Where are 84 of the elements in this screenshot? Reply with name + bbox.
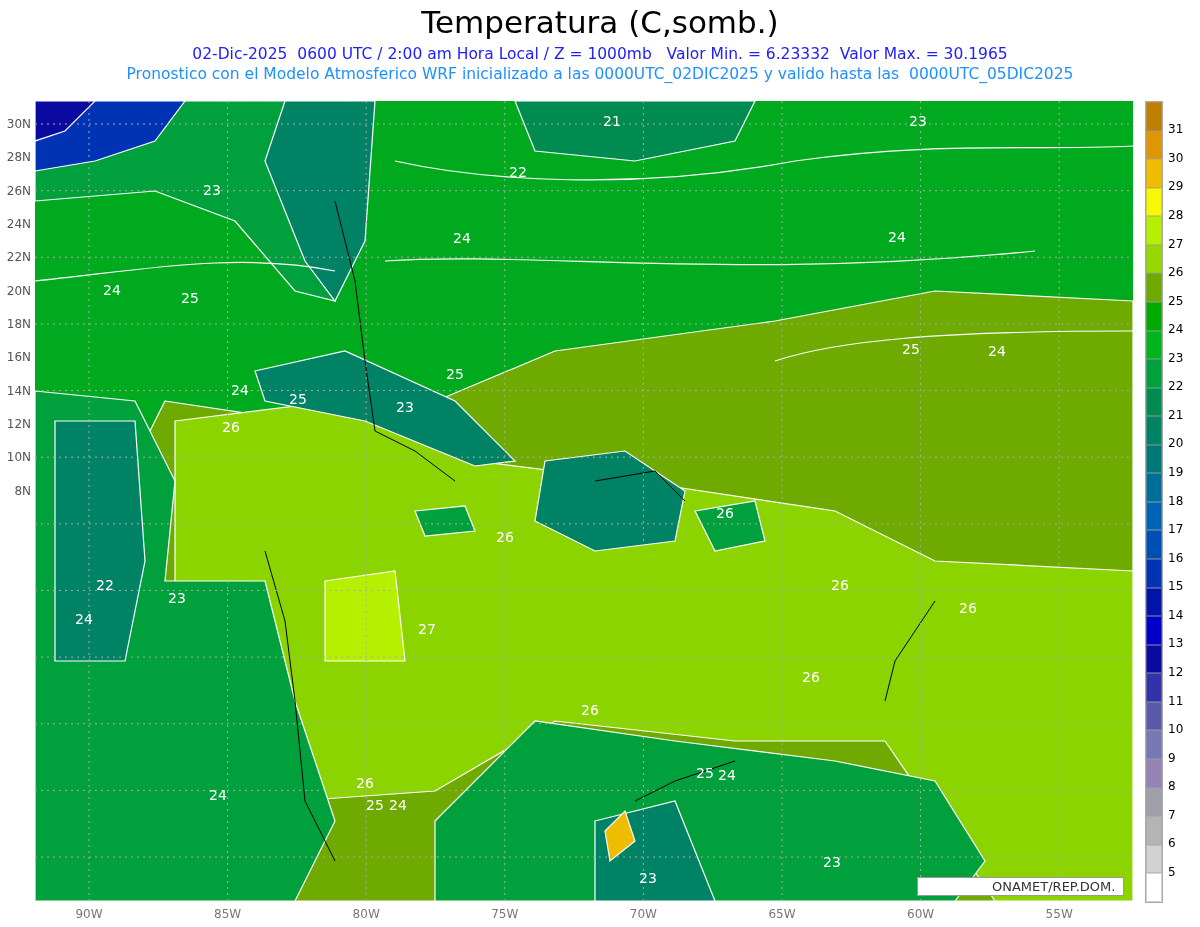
- contour-label: 25: [289, 391, 307, 407]
- contour-label: 23: [909, 113, 927, 129]
- longitude-label: 75W: [491, 907, 519, 921]
- latitude-label: 14N: [5, 383, 31, 398]
- contour-label: 21: [603, 113, 621, 129]
- contour-label: 26: [716, 505, 734, 521]
- contour-label: 24: [453, 230, 471, 246]
- latitude-label: 20N: [5, 283, 31, 298]
- contour-label: 22: [509, 164, 527, 180]
- contour-label: 24: [103, 282, 121, 298]
- colorbar-label: 17: [1168, 522, 1184, 537]
- latitude-label: 22N: [5, 250, 31, 265]
- contour-label: 24: [718, 767, 736, 783]
- credit-label: ONAMET/REP.DOM.: [917, 877, 1125, 896]
- latitude-label: 26N: [5, 183, 31, 198]
- longitude-label: 65W: [768, 907, 796, 921]
- longitude-label: 80W: [352, 907, 380, 921]
- latitude-label: 30N: [5, 117, 31, 131]
- colorbar-label: 7: [1168, 807, 1176, 822]
- longitude-label: 55W: [1045, 907, 1073, 921]
- chart-subtitle: 02-Dic-2025 0600 UTC / 2:00 am Hora Local / Z = 1000mb Valor Min. = 6.23332 Valor Max. = 30.1965: [192, 44, 1008, 64]
- colorbar-label: 20: [1168, 436, 1184, 451]
- colorbar-label: 16: [1168, 550, 1184, 565]
- contour-label: 24: [988, 343, 1006, 359]
- contour-label: 25: [446, 366, 464, 382]
- contour-label: 24: [231, 382, 249, 398]
- latitude-label: 18N: [5, 316, 31, 331]
- colorbar-label: 30: [1168, 150, 1184, 165]
- latitude-label: 24N: [5, 216, 31, 231]
- longitude-label: 85W: [214, 907, 242, 921]
- colorbar-label: 10: [1168, 722, 1184, 737]
- colorbar-label: 26: [1168, 265, 1184, 280]
- colorbar-label: 8: [1168, 779, 1176, 794]
- contour-label: 25: [902, 341, 920, 357]
- forecast-description: Pronostico con el Modelo Atmosferico WRF inicializado a las 0000UTC_02DIC2025 y valido hasta las 0000UTC_05DIC2025: [126, 64, 1074, 84]
- contour-label: 23: [203, 182, 221, 198]
- latitude-label: 12N: [5, 416, 31, 431]
- colorbar-label: 28: [1168, 207, 1184, 222]
- colorbar-label: 25: [1168, 293, 1184, 308]
- colorbar-label: 29: [1168, 179, 1184, 194]
- colorbar-label: 22: [1168, 379, 1184, 394]
- colorbar-label: 21: [1168, 407, 1184, 422]
- colorbar-label: 9: [1168, 750, 1176, 765]
- colorbar-label: 23: [1168, 350, 1184, 365]
- latitude-label: 16N: [5, 350, 31, 365]
- contour-label: 25: [366, 797, 384, 813]
- longitude-label: 60W: [907, 907, 935, 921]
- colorbar-label: 14: [1168, 607, 1184, 622]
- colorbar-label: 5: [1168, 864, 1176, 879]
- contour-label: 24: [389, 797, 407, 813]
- longitude-label: 90W: [75, 907, 103, 921]
- contour-label: 23: [168, 590, 186, 606]
- contour-label: 25: [696, 765, 714, 781]
- colorbar-label: 11: [1168, 693, 1184, 708]
- contour-label: 24: [75, 611, 93, 627]
- contour-label: 26: [581, 702, 599, 718]
- latitude-label: 28N: [5, 150, 31, 165]
- colorbar-label: 15: [1168, 579, 1184, 594]
- colorbar-label: 24: [1168, 322, 1184, 337]
- contour-label: 26: [959, 600, 977, 616]
- contour-label: 26: [831, 577, 849, 593]
- colorbar-label: 19: [1168, 465, 1184, 480]
- contour-label: 26: [356, 775, 374, 791]
- contour-label: 23: [639, 870, 657, 886]
- contour-label: 26: [496, 529, 514, 545]
- contour-label: 26: [222, 419, 240, 435]
- contour-label: 25: [181, 290, 199, 306]
- contour-label: 24: [209, 787, 227, 803]
- colorbar-label: 12: [1168, 664, 1184, 679]
- colorbar-label: 13: [1168, 636, 1184, 651]
- contour-label: 23: [823, 854, 841, 870]
- colorbar-label: 27: [1168, 236, 1184, 251]
- longitude-label: 70W: [629, 907, 657, 921]
- colorbar-label: 18: [1168, 493, 1184, 508]
- contour-label: 24: [888, 229, 906, 245]
- latitude-label: 8N: [13, 483, 31, 498]
- contour-label: 23: [396, 399, 414, 415]
- chart-title: Temperatura (C,somb.): [421, 4, 779, 40]
- contour-label: 26: [802, 669, 820, 685]
- contour-label: 27: [418, 621, 436, 637]
- colorbar-label: 31: [1168, 122, 1184, 137]
- latitude-label: 10N: [5, 450, 31, 465]
- contour-label: 22: [96, 577, 114, 593]
- colorbar-label: 6: [1168, 836, 1176, 851]
